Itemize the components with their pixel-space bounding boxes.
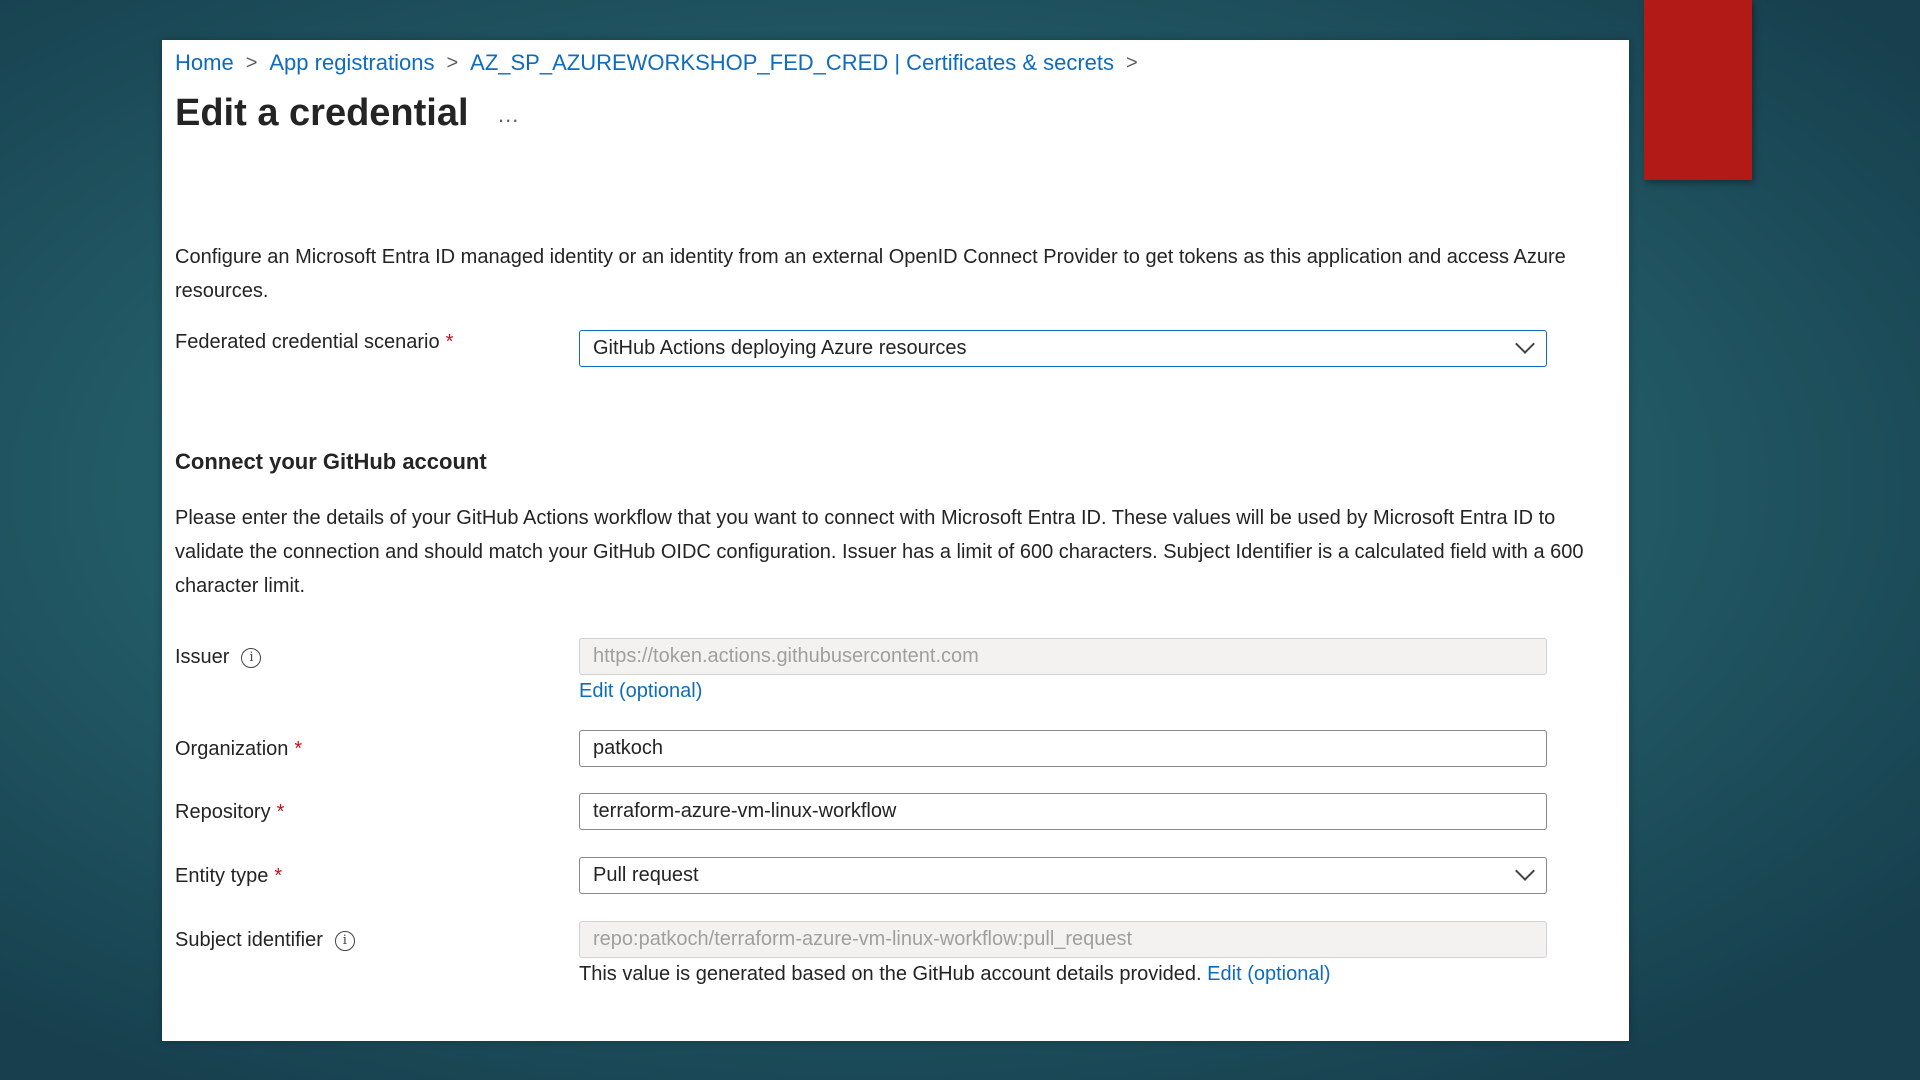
issuer-edit-link[interactable]: Edit (optional) (579, 680, 702, 703)
subject-label: Subject identifier i (175, 929, 355, 952)
info-icon[interactable]: i (241, 647, 262, 668)
info-icon[interactable]: i (334, 930, 355, 951)
breadcrumb: Home > App registrations > AZ_SP_AZUREWO… (175, 50, 1150, 76)
breadcrumb-app-registrations-link[interactable]: App registrations (269, 50, 434, 76)
breadcrumb-app-page-link[interactable]: AZ_SP_AZUREWORKSHOP_FED_CRED | Certifica… (470, 50, 1114, 76)
scenario-dropdown[interactable]: GitHub Actions deploying Azure resources (579, 330, 1547, 367)
scenario-label: Federated credential scenario * (175, 331, 453, 354)
entity-type-dropdown[interactable]: Pull request (579, 857, 1547, 894)
more-actions-icon[interactable]: ... (498, 102, 519, 128)
subject-helper: This value is generated based on the Git… (579, 963, 1331, 986)
repository-input[interactable]: terraform-azure-vm-linux-workflow (579, 793, 1547, 830)
subject-label-text: Subject identifier (175, 929, 323, 951)
required-marker: * (445, 331, 454, 353)
issuer-label-text: Issuer (175, 646, 230, 668)
required-marker: * (274, 865, 283, 887)
page-description: Configure an Microsoft Entra ID managed … (175, 246, 1566, 302)
organization-input[interactable]: patkoch (579, 730, 1547, 767)
entity-type-label-text: Entity type (175, 865, 269, 887)
page-title: Edit a credential (175, 92, 469, 134)
edit-credential-panel: Home > App registrations > AZ_SP_AZUREWO… (162, 40, 1629, 1041)
subject-identifier-input: repo:patkoch/terraform-azure-vm-linux-wo… (579, 921, 1547, 958)
required-marker: * (294, 738, 303, 760)
scenario-dropdown-value: GitHub Actions deploying Azure resources (593, 337, 967, 359)
required-marker: * (276, 801, 285, 823)
subject-edit-link[interactable]: Edit (optional) (1207, 963, 1330, 985)
chevron-right-icon: > (446, 51, 459, 74)
organization-label: Organization * (175, 738, 302, 761)
chevron-right-icon: > (1126, 51, 1138, 74)
slide-accent-tab (1644, 0, 1752, 180)
section-title: Connect your GitHub account (175, 449, 487, 474)
issuer-input: https://token.actions.githubusercontent.… (579, 638, 1547, 675)
scenario-label-text: Federated credential scenario (175, 331, 440, 353)
breadcrumb-home-link[interactable]: Home (175, 50, 234, 76)
entity-type-dropdown-value: Pull request (593, 864, 699, 886)
subject-helper-text: This value is generated based on the Git… (579, 963, 1202, 985)
chevron-right-icon: > (245, 51, 258, 74)
repository-label: Repository * (175, 801, 284, 824)
organization-label-text: Organization (175, 738, 289, 760)
chevron-down-icon (1515, 334, 1535, 354)
section-description: Please enter the details of your GitHub … (175, 507, 1584, 597)
issuer-label: Issuer i (175, 646, 262, 669)
chevron-down-icon (1515, 861, 1535, 881)
repository-label-text: Repository (175, 801, 271, 823)
entity-type-label: Entity type * (175, 865, 282, 888)
